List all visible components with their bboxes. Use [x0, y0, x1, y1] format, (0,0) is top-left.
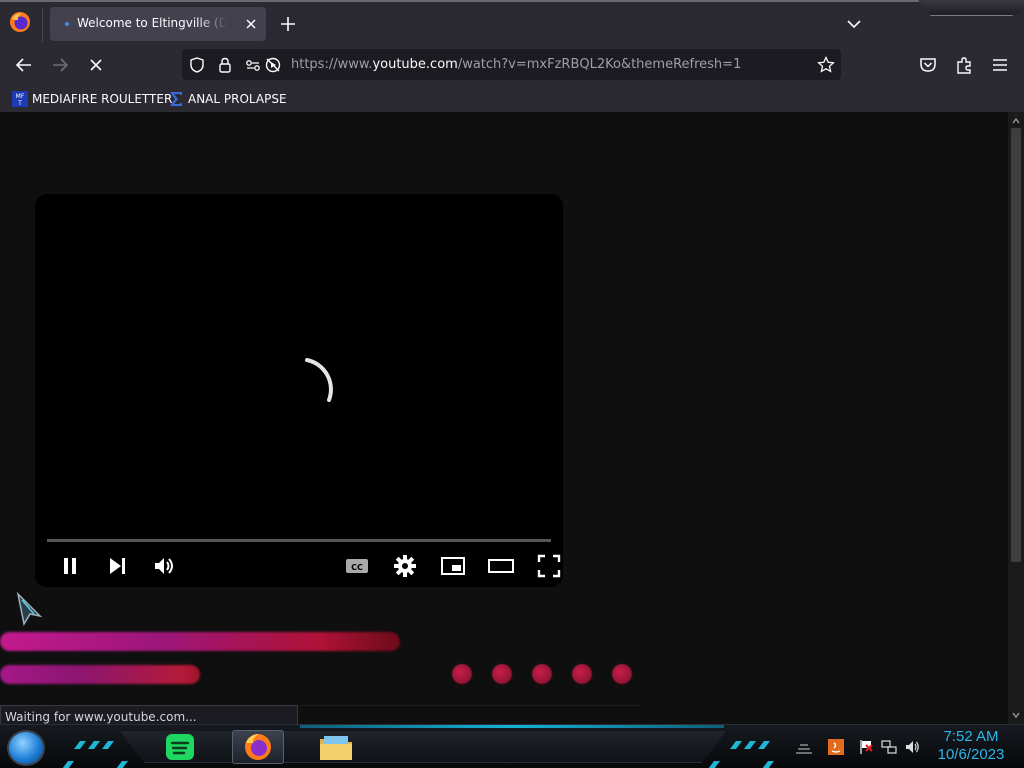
new-tab-icon[interactable] [278, 14, 298, 34]
action-center-flag-icon[interactable] [858, 739, 874, 755]
bookmark-label: ANAL PROLAPSE [188, 92, 287, 106]
bookmark-mediafire[interactable]: MF T MEDIAFIRE ROULETTER [12, 89, 172, 109]
shield-icon[interactable] [188, 56, 206, 74]
scroll-up-icon[interactable] [1011, 116, 1021, 126]
pocket-icon[interactable] [917, 54, 939, 76]
settings-icon[interactable] [391, 552, 419, 580]
permissions-icon[interactable] [244, 56, 262, 74]
hamburger-menu-icon[interactable] [989, 54, 1011, 76]
loading-spinner-icon [305, 358, 333, 402]
scroll-thumb[interactable] [1011, 128, 1021, 562]
start-button[interactable] [7, 730, 45, 766]
tab-title: Welcome to Eltingville (DVD RIP) [77, 16, 227, 30]
skeleton-dot [492, 664, 512, 684]
mouse-cursor-icon [16, 592, 43, 626]
firefox-menu-icon[interactable] [9, 11, 31, 33]
url-path: /watch?v=mxFzRBQL2Ko&themeRefresh=1 [457, 57, 742, 72]
address-bar[interactable]: https://www.youtube.com/watch?v=mxFzRBQL… [182, 49, 841, 80]
decorative-chevrons-icon [74, 741, 114, 749]
scroll-down-icon[interactable] [1011, 710, 1021, 720]
skeleton-subtitle-bar [0, 665, 200, 684]
theater-mode-icon[interactable] [487, 552, 515, 580]
forward-icon[interactable] [49, 54, 71, 76]
next-icon[interactable] [103, 552, 131, 580]
cc-icon[interactable]: CC [343, 552, 371, 580]
clock-date: 10/6/2023 [937, 746, 1005, 763]
skeleton-dot [572, 664, 592, 684]
volume-icon[interactable] [150, 552, 178, 580]
show-hidden-icons-icon[interactable] [794, 739, 814, 755]
skeleton-dot [612, 664, 632, 684]
back-icon[interactable] [13, 54, 35, 76]
bookmarks-toolbar: MF T MEDIAFIRE ROULETTER ANAL PROLAPSE [0, 85, 1024, 112]
tab-strip: Welcome to Eltingville (DVD RIP) [0, 0, 1024, 44]
chevron-down-icon[interactable] [844, 14, 864, 34]
pause-icon[interactable] [56, 552, 84, 580]
svg-text:T: T [17, 100, 22, 107]
mediafire-icon: MF T [12, 91, 28, 107]
decorative-chevrons-icon [730, 741, 770, 749]
divider [300, 705, 640, 706]
tab-separator [42, 8, 43, 42]
taskbar-firefox[interactable] [232, 730, 284, 764]
java-update-icon[interactable] [828, 739, 844, 755]
page-scrollbar[interactable] [1008, 112, 1024, 724]
taskbar-rail [120, 731, 726, 763]
url-host: youtube.com [372, 57, 458, 72]
fullscreen-icon[interactable] [535, 552, 563, 580]
stop-icon[interactable] [85, 54, 107, 76]
miniplayer-icon[interactable] [439, 552, 467, 580]
taskbar-glow [300, 725, 724, 728]
autoplay-blocked-icon[interactable] [264, 56, 282, 74]
taskbar: 7:52 AM 10/6/2023 [0, 724, 1024, 768]
theme-decoration [918, 0, 1024, 16]
cc-badge-icon: CC [346, 559, 368, 573]
svg-text:CC: CC [351, 563, 363, 572]
skeleton-title-bar [0, 632, 400, 651]
svg-text:MF: MF [16, 93, 25, 100]
screen: { "browser": { "tab": { "title": "Welcom… [0, 0, 1024, 768]
file-explorer-icon[interactable] [318, 730, 354, 764]
firefox-icon [245, 734, 271, 760]
page-content: CC [0, 112, 1008, 724]
bookmark-second[interactable]: ANAL PROLAPSE [168, 89, 287, 109]
skeleton-dot [532, 664, 552, 684]
taskbar-decoration [708, 761, 774, 768]
lock-icon[interactable] [216, 56, 234, 74]
clock-time: 7:52 AM [943, 728, 999, 745]
url-text[interactable]: https://www.youtube.com/watch?v=mxFzRBQL… [291, 57, 741, 72]
extensions-icon[interactable] [953, 54, 975, 76]
video-progress-bar[interactable] [47, 539, 551, 542]
bookmark-star-icon[interactable] [816, 55, 836, 75]
video-player[interactable]: CC [35, 194, 563, 587]
nav-bar: https://www.youtube.com/watch?v=mxFzRBQL… [0, 44, 1024, 85]
network-icon[interactable] [881, 739, 897, 755]
close-icon[interactable] [242, 15, 260, 33]
spotify-icon[interactable] [162, 730, 198, 764]
taskbar-decoration [62, 761, 128, 768]
sigma-icon [170, 92, 182, 106]
url-prefix: https://www. [291, 57, 373, 72]
bookmark-label: MEDIAFIRE ROULETTER [32, 92, 173, 106]
tab-loading-indicator [65, 22, 69, 26]
tab-active[interactable]: Welcome to Eltingville (DVD RIP) [50, 7, 266, 41]
volume-tray-icon[interactable] [904, 739, 920, 755]
skeleton-dot [452, 664, 472, 684]
system-clock[interactable]: 7:52 AM 10/6/2023 [934, 728, 1008, 764]
